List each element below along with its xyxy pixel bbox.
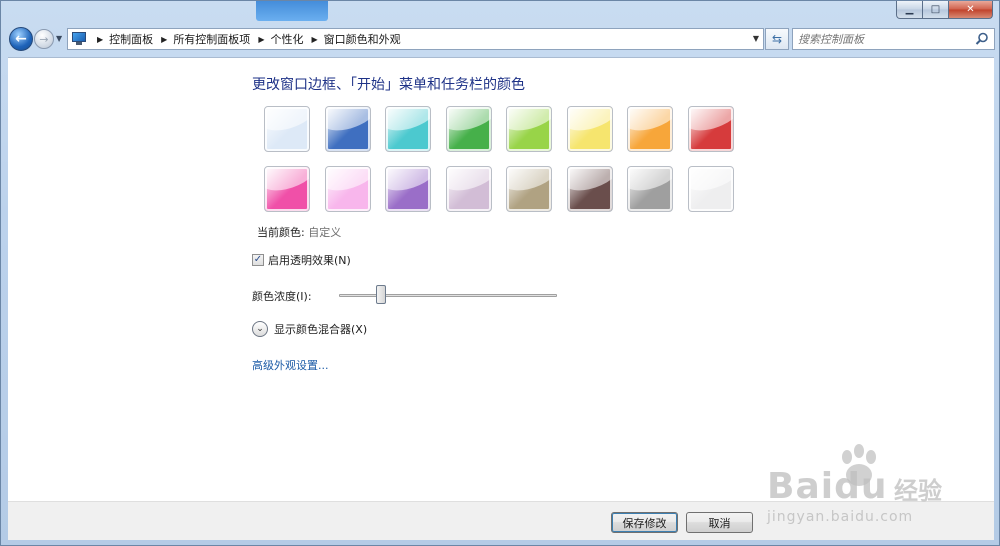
breadcrumb-chevron-icon[interactable]: ▶ <box>311 35 317 44</box>
forward-button[interactable]: → <box>34 29 54 49</box>
chevron-down-icon[interactable]: ⌄ <box>252 321 268 337</box>
intensity-label: 颜色浓度(I): <box>252 290 312 303</box>
color-swatch[interactable] <box>566 106 613 152</box>
breadcrumb-control-panel[interactable]: 控制面板 <box>109 31 153 47</box>
address-dropdown-icon[interactable]: ▼ <box>753 34 759 43</box>
color-swatch[interactable] <box>687 166 734 212</box>
breadcrumb-all-items[interactable]: 所有控制面板项 <box>173 31 250 47</box>
watermark-cn: 经验 <box>894 477 942 505</box>
back-button[interactable]: ← <box>9 27 33 51</box>
control-panel-icon <box>71 32 89 46</box>
refresh-button[interactable]: ⇆ <box>765 28 789 50</box>
baidu-watermark: Baidu 经验 jingyan.baidu.com <box>761 443 951 531</box>
caption-buttons: ▁ □ ✕ <box>896 1 993 19</box>
color-swatch[interactable] <box>506 166 552 212</box>
breadcrumb-chevron-icon[interactable]: ▶ <box>161 35 167 44</box>
color-swatch[interactable] <box>385 106 431 152</box>
search-icon[interactable] <box>975 32 989 46</box>
transparency-checkbox[interactable]: ✓ <box>252 254 264 266</box>
color-swatch[interactable] <box>687 106 734 152</box>
color-mixer-toggle[interactable]: ⌄ 显示颜色混合器(X) <box>252 321 367 337</box>
current-color: 当前颜色: 自定义 <box>257 224 341 240</box>
breadcrumb-chevron-icon[interactable]: ▶ <box>258 35 264 44</box>
minimize-button[interactable]: ▁ <box>896 1 923 19</box>
search-box[interactable] <box>792 28 995 50</box>
save-changes-button[interactable]: 保存修改 <box>611 512 678 533</box>
advanced-appearance-link[interactable]: 高级外观设置... <box>252 357 329 373</box>
forward-arrow-icon: → <box>39 32 49 46</box>
transparency-option[interactable]: ✓ 启用透明效果(N) <box>252 252 351 268</box>
transparency-label[interactable]: 启用透明效果(N) <box>268 252 351 268</box>
window-frame: ▁ □ ✕ ← → ▼ ▶ 控制面板 ▶ 所有控制面板项 ▶ 个性化 ▶ 窗口颜… <box>0 0 1000 546</box>
intensity-slider-thumb[interactable] <box>376 285 387 304</box>
current-color-label: 当前颜色: <box>257 226 305 239</box>
color-swatch[interactable] <box>445 106 492 152</box>
address-bar[interactable]: ▶ 控制面板 ▶ 所有控制面板项 ▶ 个性化 ▶ 窗口颜色和外观 ▼ <box>67 28 764 50</box>
refresh-icon: ⇆ <box>771 32 783 46</box>
breadcrumb-personalization[interactable]: 个性化 <box>270 31 303 47</box>
page-title: 更改窗口边框、「开始」菜单和任务栏的颜色 <box>252 77 525 93</box>
cancel-button[interactable]: 取消 <box>686 512 753 533</box>
recent-pages-dropdown[interactable]: ▼ <box>56 34 62 43</box>
color-mixer-label[interactable]: 显示颜色混合器(X) <box>274 321 367 337</box>
back-arrow-icon: ← <box>15 31 27 47</box>
color-swatch[interactable] <box>324 106 371 152</box>
maximize-button[interactable]: □ <box>923 1 949 19</box>
color-swatch[interactable] <box>264 106 310 152</box>
color-swatch[interactable] <box>264 166 310 212</box>
color-swatch[interactable] <box>445 166 492 212</box>
breadcrumb-chevron-icon[interactable]: ▶ <box>97 35 103 44</box>
color-swatch[interactable] <box>627 106 673 152</box>
watermark-brand: Baidu <box>767 466 888 507</box>
color-swatch[interactable] <box>627 166 673 212</box>
color-swatch[interactable] <box>506 106 552 152</box>
intensity-slider-track[interactable] <box>339 294 557 297</box>
color-swatch[interactable] <box>324 166 371 212</box>
close-button[interactable]: ✕ <box>949 1 993 19</box>
titlebar-glow <box>256 1 328 21</box>
content-area: 更改窗口边框、「开始」菜单和任务栏的颜色 当前颜色: 自定义 ✓ 启用透明效果(… <box>8 57 994 501</box>
breadcrumb-window-color[interactable]: 窗口颜色和外观 <box>324 31 401 47</box>
watermark-url: jingyan.baidu.com <box>767 509 914 525</box>
color-swatch[interactable] <box>385 166 431 212</box>
current-color-value: 自定义 <box>308 226 342 239</box>
search-input[interactable] <box>798 32 973 46</box>
navigation-bar: ← → ▼ ▶ 控制面板 ▶ 所有控制面板项 ▶ 个性化 ▶ 窗口颜色和外观 ▼… <box>7 26 995 52</box>
color-swatch[interactable] <box>566 166 613 212</box>
